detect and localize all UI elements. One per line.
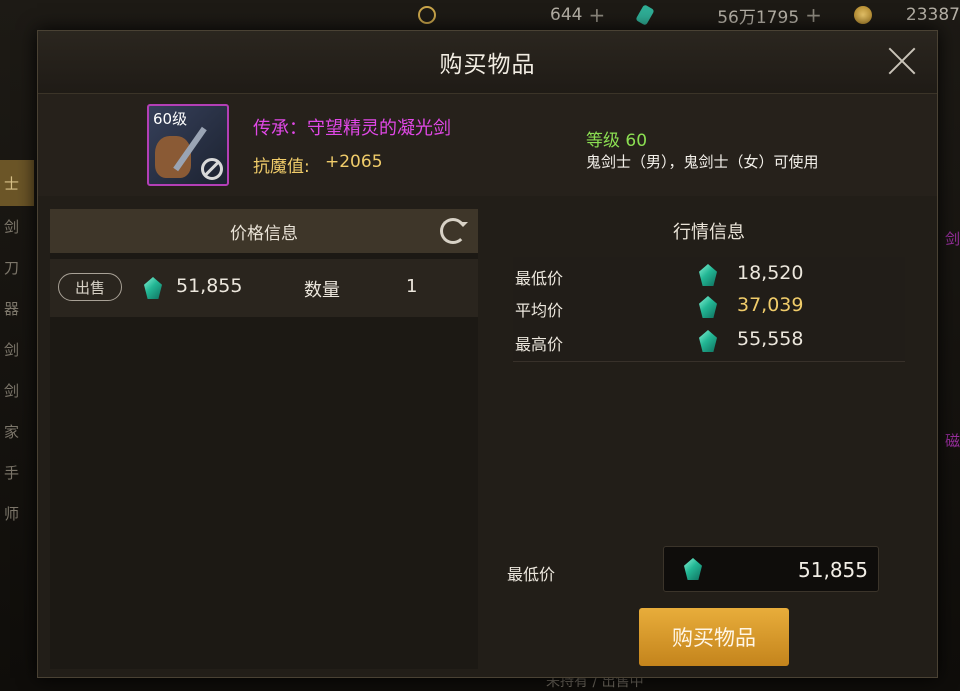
purchase-price-field[interactable]: 51,855: [663, 546, 879, 592]
item-name: 传承：守望精灵的凝光剑: [253, 118, 451, 139]
price-info-header: 价格信息: [50, 209, 478, 253]
purchase-dialog: 购买物品 60级 传承：守望精灵的凝光剑 抗魔值: +2065 等级 60 鬼剑…: [37, 30, 938, 678]
gem-icon: [699, 264, 717, 286]
quantity-label: 数量: [304, 280, 340, 301]
level-requirement: 等级 60: [586, 131, 648, 151]
price-info-panel: 价格信息 出售 51,855 数量 1: [50, 209, 478, 669]
item-icon[interactable]: 60级: [147, 104, 229, 186]
currency-coin-c: 644 +: [418, 3, 605, 27]
market-max-value: 55,558: [737, 328, 804, 350]
category-tab-7[interactable]: 手: [0, 452, 34, 493]
no-sign-icon: [201, 158, 223, 180]
add-currency2-icon[interactable]: +: [805, 3, 822, 27]
currency-gem-value: 56万1795: [717, 7, 800, 28]
buy-item-button[interactable]: 购买物品: [639, 608, 789, 666]
resist-label: 抗魔值:: [253, 157, 310, 177]
refresh-icon[interactable]: [440, 218, 468, 244]
dialog-title: 购买物品: [439, 52, 536, 78]
market-row-avg: 平均价 37,039: [513, 291, 903, 323]
listing-row[interactable]: 出售 51,855 数量 1: [50, 259, 478, 317]
purchase-price-label: 最低价: [507, 565, 556, 584]
market-max-label: 最高价: [515, 335, 564, 354]
gem-icon: [635, 4, 655, 26]
add-currency1-icon[interactable]: +: [588, 3, 605, 27]
category-tab-2[interactable]: 刀: [0, 247, 34, 288]
category-tab-1[interactable]: 剑: [0, 206, 34, 247]
resist-value: +2065: [325, 152, 383, 172]
market-stats: 最低价 18,520 平均价 37,039 最高价 55,558: [513, 257, 905, 362]
close-icon[interactable]: [887, 46, 917, 76]
price-info-title: 价格信息: [230, 223, 298, 244]
item-info: 60级 传承：守望精灵的凝光剑 抗魔值: +2065 等级 60 鬼剑士（男），…: [38, 94, 937, 196]
purchase-price-value: 51,855: [798, 558, 868, 582]
category-tabs: 士 剑 刀 器 剑 剑 家 手 师: [0, 160, 34, 534]
listing-price: 51,855: [176, 275, 243, 297]
gem-icon: [684, 558, 702, 580]
background-fragment-1: 剑: [944, 230, 960, 248]
item-level-badge: 60级: [153, 110, 188, 128]
category-tab-6[interactable]: 家: [0, 411, 34, 452]
market-avg-label: 平均价: [515, 301, 564, 320]
quantity-value: 1: [406, 276, 418, 297]
category-tab-3[interactable]: 器: [0, 288, 34, 329]
category-tab-4[interactable]: 剑: [0, 329, 34, 370]
market-info-header: 行情信息: [493, 209, 925, 253]
category-tab-8[interactable]: 师: [0, 493, 34, 534]
gold-coin-icon: [853, 6, 872, 24]
dialog-header: 购买物品: [38, 31, 937, 94]
market-min-label: 最低价: [515, 269, 564, 288]
usable-classes: 鬼剑士（男），鬼剑士（女）可使用: [586, 153, 819, 171]
currency-gold: 23387: [840, 5, 960, 25]
gem-icon: [144, 277, 162, 299]
coin-c-icon: [418, 6, 437, 24]
sell-badge: 出售: [58, 273, 122, 301]
market-min-value: 18,520: [737, 262, 804, 284]
currency-coin-c-value: 644: [550, 5, 583, 25]
currency-gold-value: 23387: [905, 5, 960, 25]
category-tab-5[interactable]: 剑: [0, 370, 34, 411]
market-row-max: 最高价 55,558: [513, 325, 903, 357]
market-avg-value: 37,039: [737, 294, 804, 316]
background-fragment-2: 磁: [944, 432, 960, 450]
currency-gem: 56万1795 +: [623, 3, 822, 28]
market-info-panel: 行情信息 最低价 18,520 平均价 37,039 最高价 55,558 最低…: [493, 209, 925, 669]
category-tab-0[interactable]: 士: [0, 160, 34, 206]
market-info-title: 行情信息: [673, 222, 745, 243]
currency-bar: 644 + 56万1795 + 23387: [0, 0, 960, 30]
gem-icon: [699, 330, 717, 352]
market-row-min: 最低价 18,520: [513, 259, 903, 291]
gem-icon: [699, 296, 717, 318]
